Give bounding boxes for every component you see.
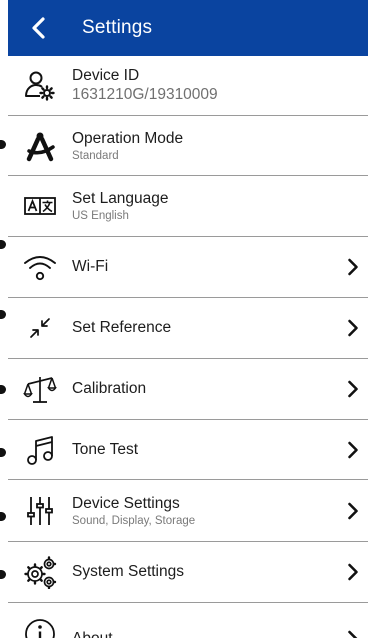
- wifi-icon: [8, 250, 72, 284]
- translate-icon: [8, 189, 72, 223]
- settings-item-set-reference[interactable]: Set Reference: [8, 298, 368, 359]
- about-label: About: [72, 630, 338, 638]
- info-icon: [8, 617, 72, 638]
- tone-test-text: Tone Test: [72, 441, 338, 459]
- collapse-arrows-icon: [8, 311, 72, 345]
- device-id-value: 1631210G/19310009: [72, 86, 218, 103]
- edge-marker: [0, 240, 6, 249]
- settings-item-device-settings[interactable]: Device Settings Sound, Display, Storage: [8, 480, 368, 542]
- edge-marker: [0, 512, 6, 521]
- set-language-label: Set Language: [72, 190, 169, 207]
- chevron-left-icon: [32, 17, 45, 39]
- set-language-text: Set Language US English: [72, 190, 368, 222]
- page-title: Settings: [82, 17, 153, 38]
- settings-item-set-language[interactable]: Set Language US English: [8, 176, 368, 237]
- chevron-right-icon: [338, 258, 368, 276]
- compass-icon: [8, 129, 72, 163]
- wifi-text: Wi-Fi: [72, 258, 338, 276]
- operation-mode-value: Standard: [72, 149, 119, 162]
- user-gear-icon: [8, 69, 72, 103]
- settings-item-about[interactable]: About: [8, 603, 368, 638]
- chevron-right-icon: [338, 319, 368, 337]
- edge-marker: [0, 385, 6, 394]
- sliders-icon: [8, 494, 72, 528]
- device-settings-subtitle: Sound, Display, Storage: [72, 514, 196, 527]
- device-id-label: Device ID: [72, 67, 140, 84]
- set-reference-label: Set Reference: [72, 319, 172, 336]
- edge-marker: [0, 140, 6, 149]
- wifi-label: Wi-Fi: [72, 258, 109, 275]
- settings-item-operation-mode[interactable]: Operation Mode Standard: [8, 116, 368, 176]
- settings-list: Device ID 1631210G/19310009 Operation Mo…: [8, 56, 368, 638]
- edge-marker: [0, 570, 6, 579]
- chevron-right-icon: [338, 441, 368, 459]
- chevron-right-icon: [338, 617, 368, 638]
- set-reference-text: Set Reference: [72, 319, 338, 337]
- system-settings-text: System Settings: [72, 563, 338, 581]
- chevron-right-icon: [338, 380, 368, 398]
- app-header: Settings: [8, 0, 368, 56]
- calibration-text: Calibration: [72, 380, 338, 398]
- settings-item-calibration[interactable]: Calibration: [8, 359, 368, 420]
- scale-icon: [8, 372, 72, 406]
- edge-marker: [0, 310, 6, 319]
- set-language-value: US English: [72, 210, 129, 222]
- back-button[interactable]: [8, 0, 70, 56]
- chevron-right-icon: [338, 502, 368, 520]
- system-settings-label: System Settings: [72, 563, 184, 580]
- chevron-right-icon: [338, 563, 368, 581]
- tone-test-label: Tone Test: [72, 440, 139, 458]
- operation-mode-text: Operation Mode Standard: [72, 130, 368, 162]
- settings-item-tone-test[interactable]: Tone Test: [8, 420, 368, 480]
- settings-item-system-settings[interactable]: System Settings: [8, 542, 368, 603]
- operation-mode-label: Operation Mode: [72, 129, 184, 147]
- device-id-text: Device ID 1631210G/19310009: [72, 67, 368, 104]
- settings-item-wifi[interactable]: Wi-Fi: [8, 237, 368, 298]
- gears-icon: [8, 555, 72, 589]
- about-text: About: [72, 617, 338, 638]
- device-settings-label: Device Settings: [72, 494, 180, 512]
- calibration-label: Calibration: [72, 380, 147, 397]
- settings-item-device-id[interactable]: Device ID 1631210G/19310009: [8, 56, 368, 116]
- edge-marker: [0, 448, 6, 457]
- music-note-icon: [8, 433, 72, 467]
- settings-screen: Settings Device ID 1631210G/19310009 Ope…: [8, 0, 368, 638]
- device-settings-text: Device Settings Sound, Display, Storage: [72, 495, 338, 527]
